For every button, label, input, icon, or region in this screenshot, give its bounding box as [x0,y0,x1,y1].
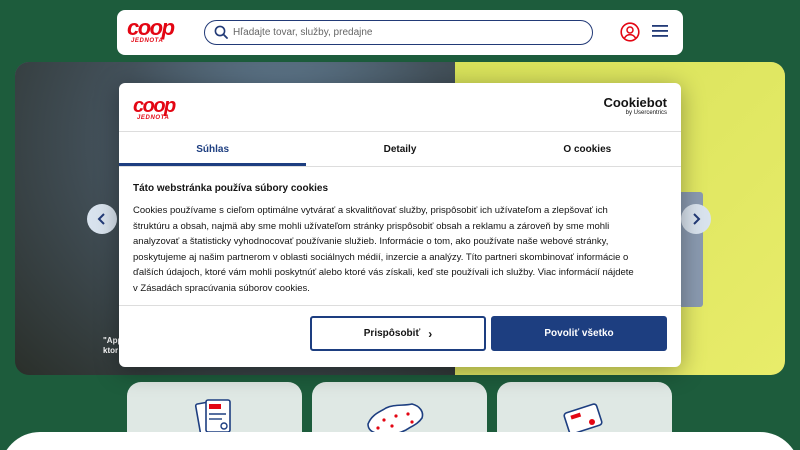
consent-text: Cookies používame s cieľom optimálne vyt… [133,203,669,297]
dialog-coop-logo: coop JEDNOTA [133,95,176,122]
logo-text: coop [127,15,175,40]
tab-consent[interactable]: Súhlas [119,132,307,166]
allow-all-button[interactable]: Povoliť všetko [491,316,667,351]
account-button[interactable] [620,22,640,47]
tab-details[interactable]: Detaily [306,132,493,166]
tab-about-cookies[interactable]: O cookies [494,132,681,166]
consent-text-line: v Zásadách spracúvania súborov cookies. [133,282,310,294]
chevron-left-icon [97,213,105,225]
dialog-logo-subtext: JEDNOTA [137,115,170,121]
consent-text-line: ďalších údajoch, ktoré vám mohli poskytn… [133,267,634,279]
search-input[interactable] [233,23,583,41]
consent-title: Táto webstránka používa súbory cookies [133,183,329,194]
consent-text-line: štruktúru a obsah, najmä aby sme mohli u… [133,220,610,232]
cookiebot-brand: Cookiebot [603,95,667,110]
consent-text-line: poskytujeme aj našim partnerom v oblasti… [133,251,629,263]
logo-subtext: JEDNOTA [131,38,164,44]
account-icon [620,22,640,42]
consent-text-line: analyzovať a štatisticky vyhodnocovať po… [133,236,609,248]
dialog-divider [119,305,681,306]
chevron-right-icon [693,213,701,225]
consent-tabs: Súhlas Detaily O cookies [119,131,681,167]
cookiebot-logo[interactable]: Cookiebot by Usercentrics [603,96,667,117]
carousel-next-button[interactable] [681,204,711,234]
carousel-prev-button[interactable] [87,204,117,234]
menu-button[interactable] [652,24,668,43]
coop-logo[interactable]: coop JEDNOTA [127,15,185,48]
site-header: coop JEDNOTA [117,10,683,55]
menu-icon [652,25,668,37]
cookiebot-brand-sub: by Usercentrics [625,110,667,116]
allow-all-button-label: Povoliť všetko [544,328,614,339]
dialog-logo-text: coop [133,95,176,117]
cookie-consent-dialog: coop JEDNOTA Cookiebot by Usercentrics S… [119,83,681,367]
chevron-right-icon: › [428,326,433,341]
customize-button-label: Prispôsobiť [363,328,421,339]
content-panel [0,432,800,450]
search-box[interactable] [204,20,593,45]
search-icon[interactable] [214,25,228,39]
consent-text-line: Cookies používame s cieľom optimálne vyt… [133,205,608,216]
customize-button[interactable]: Prispôsobiť › [310,316,486,351]
